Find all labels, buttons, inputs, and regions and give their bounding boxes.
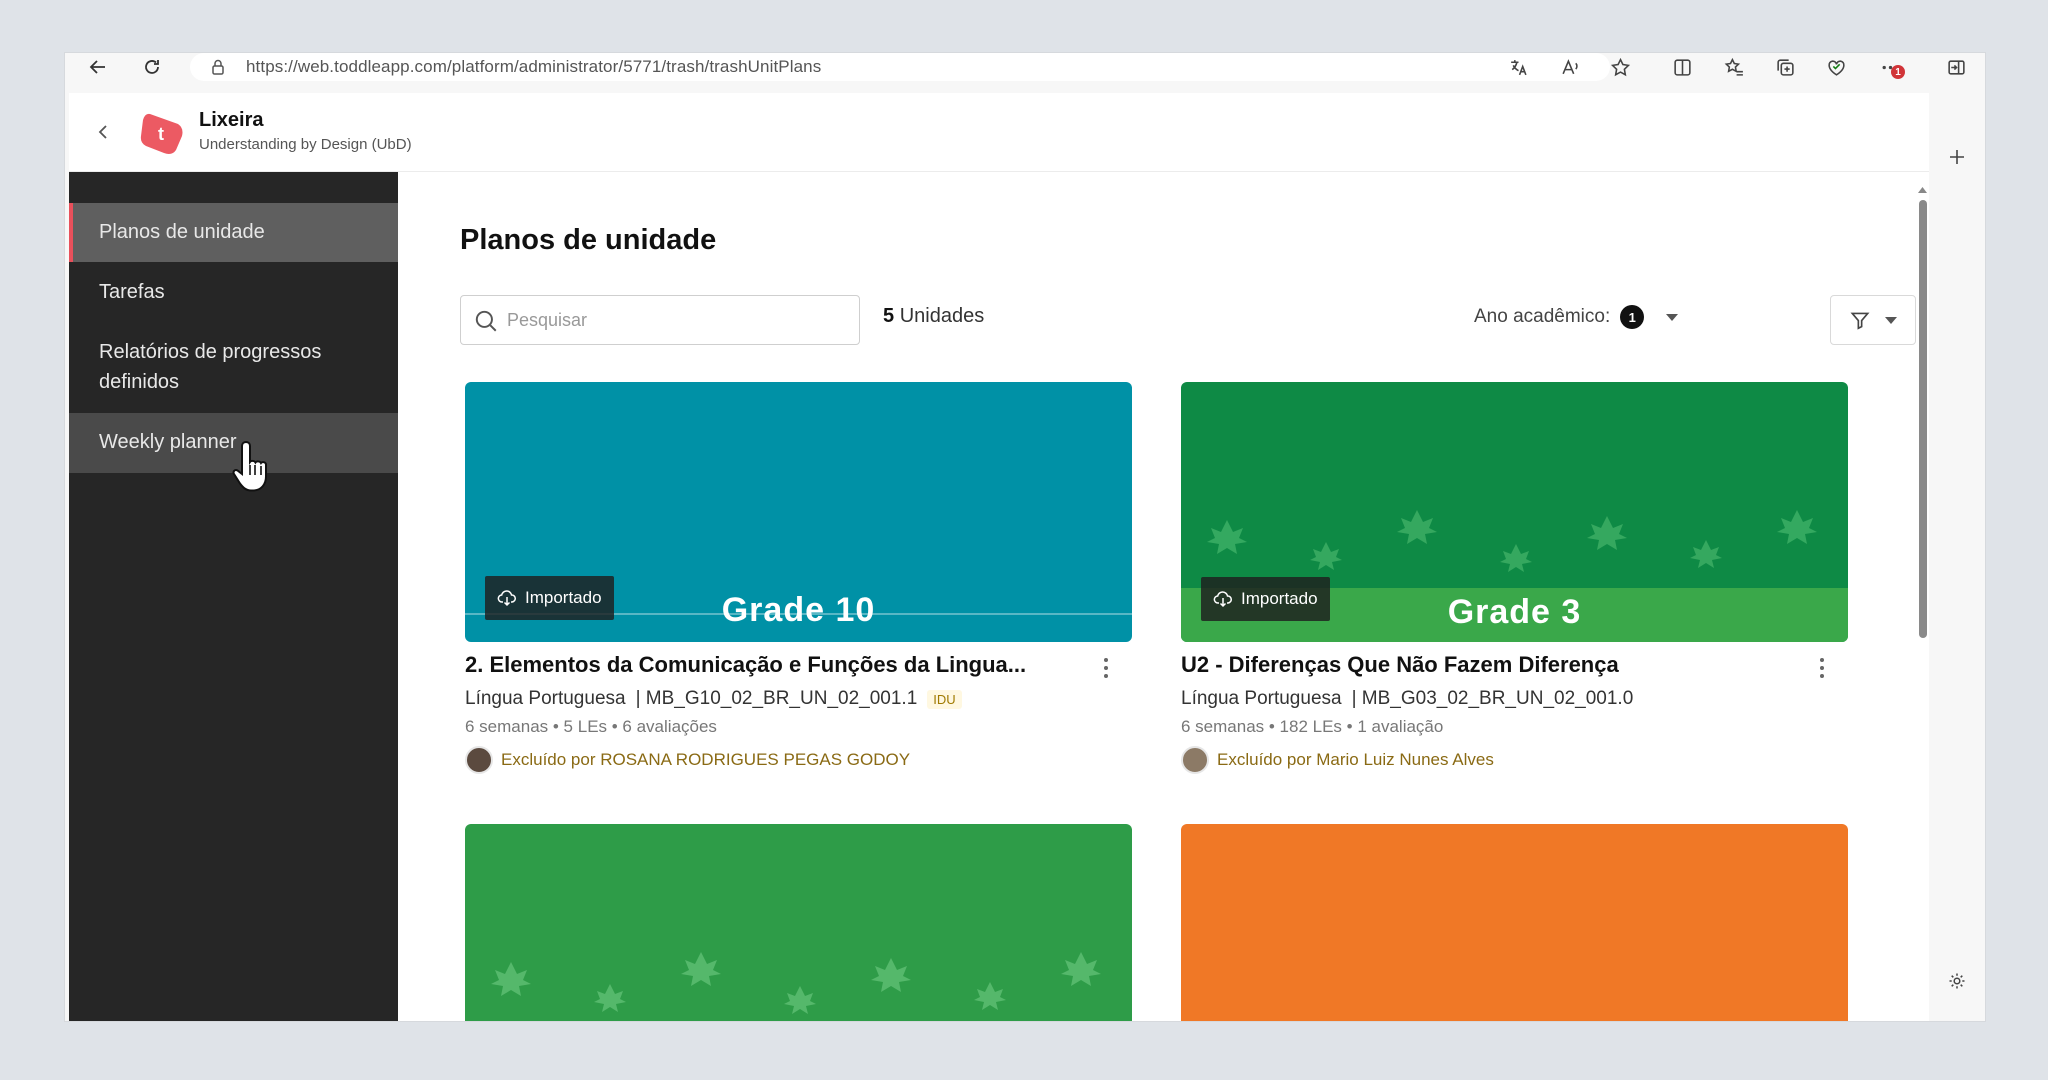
chevron-left-icon[interactable]	[89, 118, 117, 146]
cloud-download-icon	[497, 590, 516, 607]
filter-button[interactable]	[1830, 295, 1916, 345]
card-subject: Língua Portuguesa | MB_G03_02_BR_UN_02_0…	[1181, 688, 1634, 709]
academic-year-count-badge: 1	[1620, 305, 1645, 329]
filter-icon	[1850, 312, 1870, 330]
svg-text:t: t	[158, 124, 164, 144]
browser-essentials-icon[interactable]	[1819, 55, 1853, 79]
more-options-icon[interactable]: 1	[1873, 55, 1907, 79]
avatar	[1181, 746, 1209, 774]
notification-badge: 1	[1891, 65, 1905, 79]
sidebar-item-label: Relatórios de progressos definidos	[99, 341, 322, 393]
sidebar-item-label: Tarefas	[99, 281, 165, 303]
browser-toolbar: https://web.toddleapp.com/platform/admin…	[65, 53, 1985, 81]
app-header: t Lixeira Understanding by Design (UbD)	[69, 93, 1929, 172]
academic-year-label: Ano acadêmico:	[1474, 306, 1611, 327]
page-title: Lixeira	[199, 109, 264, 131]
sidebar-item-label: Planos de unidade	[99, 221, 265, 243]
card-subject: Língua Portuguesa | MB_G10_02_BR_UN_02_0…	[465, 688, 962, 710]
chevron-down-icon	[1666, 313, 1679, 321]
card-cover-image: Grade 10 Importado	[465, 382, 1132, 642]
maple-leaf-pattern	[1207, 510, 1817, 572]
sidebar-item-planos-de-unidade[interactable]: Planos de unidade	[69, 203, 398, 262]
sidebar-item-tarefas[interactable]: Tarefas	[69, 263, 398, 322]
card-title[interactable]: 2. Elementos da Comunicação e Funções da…	[465, 652, 1055, 678]
academic-year-select[interactable]: Ano acadêmico: 1	[1474, 305, 1679, 329]
main-content: Planos de unidade Pesquisar 5 Unidades A…	[398, 172, 1929, 1021]
deleted-by: Excluído por Mario Luiz Nunes Alves	[1181, 746, 1494, 774]
sidebar-item-relatorios[interactable]: Relatórios de progressos definidos	[69, 323, 398, 413]
imported-badge: Importado	[485, 576, 614, 620]
maple-leaf-pattern	[491, 952, 1101, 1014]
address-bar[interactable]: https://web.toddleapp.com/platform/admin…	[190, 53, 1610, 81]
translate-icon[interactable]	[1501, 55, 1535, 79]
card-meta: 6 semanas • 182 LEs • 1 avaliação	[1181, 717, 1444, 736]
more-vertical-icon[interactable]	[1094, 652, 1118, 684]
favorite-star-icon[interactable]	[1603, 55, 1637, 79]
browser-window: https://web.toddleapp.com/platform/admin…	[65, 53, 1985, 1021]
collections-icon[interactable]	[1768, 55, 1802, 79]
unit-plan-card[interactable]: Grade 3 Importado U2 - Diferenças Que Nã…	[1181, 382, 1848, 774]
sidebar-toggle-icon[interactable]	[1939, 55, 1973, 79]
unit-plan-card[interactable]	[465, 824, 1132, 1021]
hand-cursor-icon	[232, 440, 267, 492]
web-page: t Lixeira Understanding by Design (UbD) …	[69, 93, 1929, 1021]
scrollbar[interactable]	[1916, 182, 1929, 1002]
idu-tag: IDU	[927, 689, 962, 709]
section-heading: Planos de unidade	[460, 224, 717, 256]
avatar	[465, 746, 493, 774]
search-icon	[475, 310, 497, 332]
page-subtitle: Understanding by Design (UbD)	[199, 136, 412, 153]
lock-icon	[212, 59, 224, 75]
unit-plan-card[interactable]: Grade 10 Importado 2. Elementos da Comun…	[465, 382, 1132, 774]
cloud-download-icon	[1213, 591, 1232, 608]
unit-count: 5 Unidades	[883, 305, 985, 327]
deleted-by: Excluído por ROSANA RODRIGUES PEGAS GODO…	[465, 746, 910, 774]
unit-plan-card[interactable]	[1181, 824, 1848, 1021]
scrollbar-thumb[interactable]	[1919, 200, 1927, 638]
url-text: https://web.toddleapp.com/platform/admin…	[246, 57, 822, 76]
card-cover-image	[1181, 824, 1848, 1021]
card-cover-image: Grade 3 Importado	[1181, 382, 1848, 642]
search-placeholder: Pesquisar	[507, 309, 588, 330]
refresh-icon[interactable]	[137, 55, 167, 79]
back-arrow-icon[interactable]	[83, 55, 113, 79]
plus-icon[interactable]	[1943, 143, 1971, 171]
search-input[interactable]: Pesquisar	[460, 295, 860, 345]
more-vertical-icon[interactable]	[1810, 652, 1834, 684]
toddle-logo: t	[140, 113, 183, 154]
favorites-list-icon[interactable]	[1717, 55, 1751, 79]
sidebar: Planos de unidade Tarefas Relatórios de …	[69, 172, 398, 1021]
settings-gear-icon[interactable]	[1943, 967, 1971, 995]
card-meta: 6 semanas • 5 LEs • 6 avaliações	[465, 717, 717, 736]
scroll-up-icon[interactable]	[1916, 185, 1929, 195]
chevron-down-icon	[1885, 316, 1897, 324]
card-title[interactable]: U2 - Diferenças Que Não Fazem Diferença	[1181, 652, 1771, 678]
split-screen-icon[interactable]	[1665, 55, 1699, 79]
card-cover-image	[465, 824, 1132, 1021]
browser-sidebar-rail	[1929, 93, 1985, 1021]
sidebar-item-label: Weekly planner	[99, 431, 237, 453]
read-aloud-icon[interactable]	[1553, 55, 1587, 79]
imported-badge: Importado	[1201, 577, 1330, 621]
